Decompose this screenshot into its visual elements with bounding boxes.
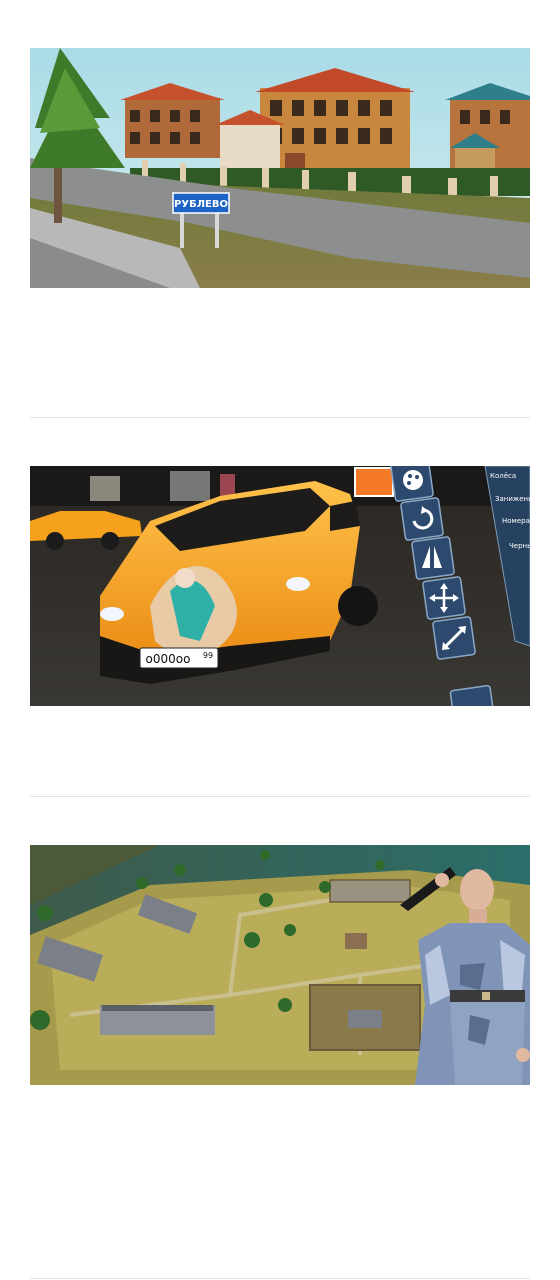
plate-region: 99: [203, 651, 213, 660]
tool-button-move[interactable]: [422, 576, 466, 620]
menu-item-wheels[interactable]: Колёса: [490, 472, 516, 480]
tool-button-mirror[interactable]: [411, 536, 455, 580]
plate-number: o000oo: [146, 652, 191, 666]
village-scene: РУБЛЕВО: [30, 48, 530, 288]
game-screenshot-car-tuning[interactable]: o000oo 99 Колёса Занижен Номера Черны: [30, 466, 530, 706]
game-screenshot-prison-map[interactable]: [30, 845, 530, 1085]
game-screenshot-village[interactable]: РУБЛЕВО: [30, 48, 530, 288]
tool-button-palette[interactable]: [390, 466, 434, 502]
divider: [30, 417, 530, 418]
car-tuning-scene: o000oo 99 Колёса Занижен Номера Черны: [30, 466, 530, 706]
menu-item-lowering[interactable]: Занижение: [495, 495, 530, 503]
paint-swatch[interactable]: [354, 467, 394, 497]
guard-head: [460, 869, 494, 911]
tool-button-rotate[interactable]: [400, 497, 444, 541]
divider: [30, 1278, 530, 1279]
sign-text: РУБЛЕВО: [174, 199, 228, 210]
divider: [30, 796, 530, 797]
menu-item-black[interactable]: Черный: [509, 542, 530, 550]
prison-map-scene: [30, 845, 530, 1085]
palette-icon: [403, 470, 423, 490]
menu-item-plates[interactable]: Номера: [502, 517, 530, 525]
tool-button-resize[interactable]: [432, 616, 476, 660]
